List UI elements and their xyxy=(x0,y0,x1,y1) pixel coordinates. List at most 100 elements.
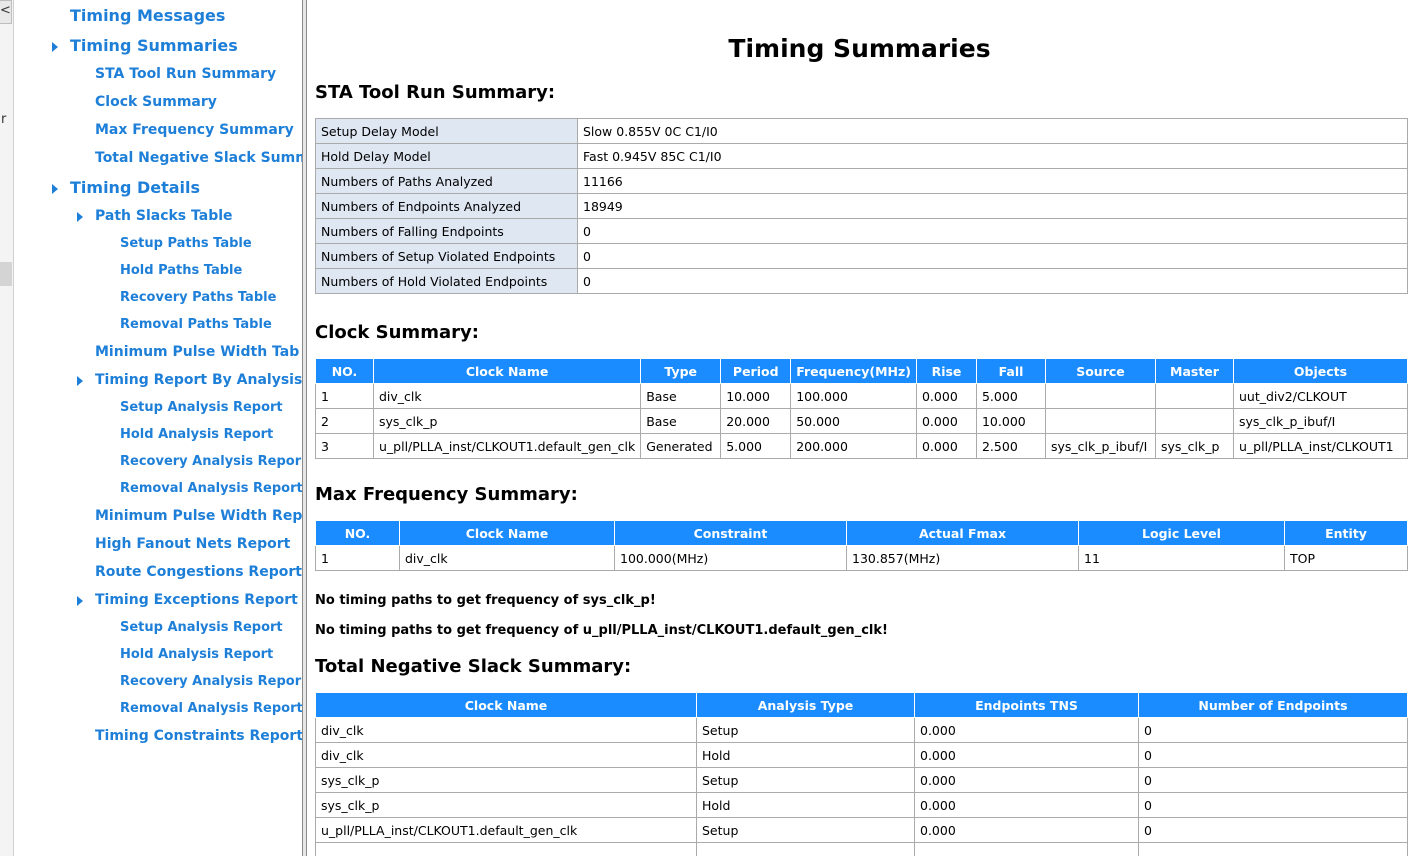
column-header[interactable]: Source xyxy=(1044,358,1156,384)
table-cell: Hold xyxy=(696,792,915,818)
table-row: div_clk Setup 0.000 0 xyxy=(315,717,1408,743)
table-cell: 100.000(MHz) xyxy=(614,545,847,571)
nav-max-frequency-summary[interactable]: Max Frequency Summary xyxy=(95,122,294,138)
column-header[interactable]: Actual Fmax xyxy=(846,520,1079,546)
page-title: Timing Summaries xyxy=(728,34,991,63)
nav-sta-tool-run-summary[interactable]: STA Tool Run Summary xyxy=(95,66,276,82)
table-row: u_pll/PLLA_inst/CLKOUT1.default_gen_clk … xyxy=(315,817,1408,843)
column-header[interactable]: NO. xyxy=(315,358,374,384)
table-cell: Numbers of Falling Endpoints xyxy=(315,218,578,244)
table-cell: TOP xyxy=(1284,545,1408,571)
table-cell: Setup xyxy=(696,767,915,793)
table-cell xyxy=(1044,383,1156,409)
table-cell: uut_div2/CLKOUT xyxy=(1232,383,1409,409)
table-cell: 0.000 xyxy=(914,767,1139,793)
nav-exceptions-setup-analysis-report[interactable]: Setup Analysis Report xyxy=(120,620,283,635)
nav-timing-messages[interactable]: Timing Messages xyxy=(70,6,225,25)
table-cell: 0 xyxy=(577,268,1408,294)
clock-summary-title: Clock Summary: xyxy=(315,322,479,343)
column-header[interactable]: Endpoints TNS xyxy=(914,692,1139,718)
table-cell: 2.500 xyxy=(975,433,1046,459)
table-cell: 0.000 xyxy=(914,742,1139,768)
table-cell: Base xyxy=(640,383,722,409)
column-header[interactable]: Frequency(MHz) xyxy=(790,358,917,384)
expand-arrow-icon[interactable] xyxy=(77,212,83,222)
table-cell: div_clk xyxy=(315,717,697,743)
table-row: 1 div_clk Base 10.000 100.000 0.000 5.00… xyxy=(315,383,1409,409)
table-cell: Setup xyxy=(696,717,915,743)
table-cell: 0 xyxy=(1138,792,1408,818)
nav-minimum-pulse-width-report[interactable]: Minimum Pulse Width Rep xyxy=(95,508,302,524)
table-header-row: NO. Clock Name Constraint Actual Fmax Lo… xyxy=(315,520,1408,546)
table-cell: 100.000 xyxy=(790,383,917,409)
column-header[interactable]: Period xyxy=(720,358,792,384)
column-header[interactable]: Objects xyxy=(1232,358,1409,384)
table-cell: 20.000 xyxy=(720,408,792,434)
nav-exceptions-recovery-analysis-report[interactable]: Recovery Analysis Repor xyxy=(120,674,301,689)
column-header[interactable]: Logic Level xyxy=(1078,520,1285,546)
nav-total-negative-slack-summary[interactable]: Total Negative Slack Summ xyxy=(95,150,302,166)
edge-scroll-thumb[interactable] xyxy=(0,262,12,286)
table-row xyxy=(315,842,1408,856)
table-cell: 0.000 xyxy=(915,383,977,409)
nav-exceptions-removal-analysis-report[interactable]: Removal Analysis Report xyxy=(120,701,302,716)
table-row: 3 u_pll/PLLA_inst/CLKOUT1.default_gen_cl… xyxy=(315,433,1409,459)
table-cell: 0.000 xyxy=(914,792,1139,818)
nav-removal-paths-table[interactable]: Removal Paths Table xyxy=(120,317,272,332)
expand-arrow-icon[interactable] xyxy=(77,596,83,606)
column-header[interactable]: NO. xyxy=(315,520,400,546)
fmax-note: No timing paths to get frequency of u_pl… xyxy=(315,623,888,638)
nav-recovery-paths-table[interactable]: Recovery Paths Table xyxy=(120,290,276,305)
column-header[interactable]: Type xyxy=(640,358,722,384)
nav-timing-constraints-report[interactable]: Timing Constraints Report xyxy=(95,728,302,744)
column-header[interactable]: Analysis Type xyxy=(696,692,915,718)
column-header[interactable]: Clock Name xyxy=(399,520,615,546)
edge-text: r xyxy=(1,112,7,127)
table-cell xyxy=(696,842,915,856)
expand-arrow-icon[interactable] xyxy=(77,376,83,386)
nav-hold-paths-table[interactable]: Hold Paths Table xyxy=(120,263,242,278)
column-header[interactable]: Constraint xyxy=(614,520,847,546)
expand-arrow-icon[interactable] xyxy=(52,42,58,52)
nav-hold-analysis-report[interactable]: Hold Analysis Report xyxy=(120,427,273,442)
column-header[interactable]: Master xyxy=(1154,358,1234,384)
column-header[interactable]: Rise xyxy=(915,358,977,384)
table-cell: u_pll/PLLA_inst/CLKOUT1.default_gen_clk xyxy=(315,817,697,843)
nav-timing-summaries[interactable]: Timing Summaries xyxy=(70,36,238,55)
nav-removal-analysis-report[interactable]: Removal Analysis Report xyxy=(120,481,302,496)
nav-clock-summary[interactable]: Clock Summary xyxy=(95,94,217,110)
nav-exceptions-hold-analysis-report[interactable]: Hold Analysis Report xyxy=(120,647,273,662)
column-header[interactable]: Number of Endpoints xyxy=(1138,692,1408,718)
table-cell: div_clk xyxy=(315,742,697,768)
table-cell: Hold xyxy=(696,742,915,768)
table-cell: 2 xyxy=(315,408,374,434)
table-row: 1 div_clk 100.000(MHz) 130.857(MHz) 11 T… xyxy=(315,545,1408,571)
table-cell: Numbers of Setup Violated Endpoints xyxy=(315,243,578,269)
nav-timing-report-by-analysis[interactable]: Timing Report By Analysis xyxy=(95,372,302,388)
table-row: Numbers of Hold Violated Endpoints 0 xyxy=(315,268,1408,294)
column-header[interactable]: Entity xyxy=(1284,520,1408,546)
nav-minimum-pulse-width-table[interactable]: Minimum Pulse Width Tab xyxy=(95,344,299,360)
nav-timing-details[interactable]: Timing Details xyxy=(70,178,200,197)
nav-timing-exceptions-report[interactable]: Timing Exceptions Report xyxy=(95,592,298,608)
nav-setup-paths-table[interactable]: Setup Paths Table xyxy=(120,236,252,251)
nav-route-congestions-report[interactable]: Route Congestions Report xyxy=(95,564,302,580)
pane-splitter[interactable] xyxy=(302,0,307,856)
collapse-button[interactable]: < xyxy=(0,0,12,24)
nav-recovery-analysis-report[interactable]: Recovery Analysis Repor xyxy=(120,454,301,469)
table-row: Numbers of Setup Violated Endpoints 0 xyxy=(315,243,1408,269)
expand-arrow-icon[interactable] xyxy=(52,184,58,194)
column-header[interactable]: Fall xyxy=(975,358,1046,384)
column-header[interactable]: Clock Name xyxy=(315,692,697,718)
nav-path-slacks-table[interactable]: Path Slacks Table xyxy=(95,208,233,224)
nav-setup-analysis-report[interactable]: Setup Analysis Report xyxy=(120,400,283,415)
nav-high-fanout-nets-report[interactable]: High Fanout Nets Report xyxy=(95,536,290,552)
table-cell: div_clk xyxy=(399,545,615,571)
table-cell: u_pll/PLLA_inst/CLKOUT1.default_gen_clk xyxy=(372,433,642,459)
table-cell: 18949 xyxy=(577,193,1408,219)
column-header[interactable]: Clock Name xyxy=(372,358,642,384)
table-cell: Numbers of Endpoints Analyzed xyxy=(315,193,578,219)
table-cell: 0 xyxy=(577,218,1408,244)
table-cell: Setup Delay Model xyxy=(315,118,578,144)
table-cell: 1 xyxy=(315,383,374,409)
